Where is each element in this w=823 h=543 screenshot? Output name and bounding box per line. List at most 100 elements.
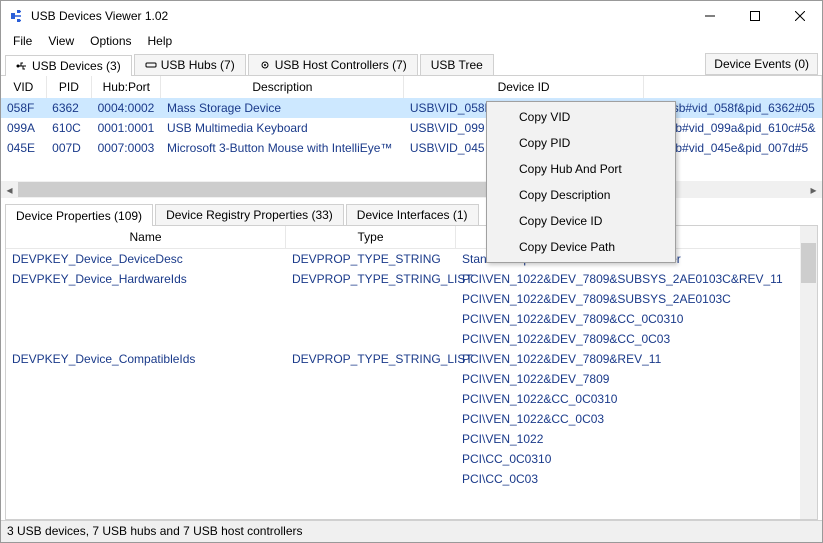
devices-table: VID PID Hub:Port Description Device ID 0… xyxy=(1,76,822,158)
scroll-right-icon[interactable]: ▸ xyxy=(805,181,822,198)
cell-name xyxy=(6,369,286,389)
tab-label: USB Devices (3) xyxy=(32,59,121,73)
maximize-button[interactable] xyxy=(732,2,777,31)
property-row[interactable]: PCI\VEN_1022&CC_0C03 xyxy=(6,409,817,429)
gear-icon xyxy=(259,59,271,71)
col-hub-port[interactable]: Hub:Port xyxy=(92,76,161,98)
devices-table-container: VID PID Hub:Port Description Device ID 0… xyxy=(1,76,822,181)
property-row[interactable]: DEVPKEY_Device_HardwareIdsDEVPROP_TYPE_S… xyxy=(6,269,817,289)
cell-hub_port: 0007:0003 xyxy=(92,138,161,158)
cell-type xyxy=(286,409,456,429)
cell-name xyxy=(6,389,286,409)
properties-body: DEVPKEY_Device_DeviceDescDEVPROP_TYPE_ST… xyxy=(6,249,817,519)
cell-type xyxy=(286,369,456,389)
cell-type xyxy=(286,469,456,489)
property-row[interactable]: PCI\CC_0C03 xyxy=(6,469,817,489)
cell-type xyxy=(286,309,456,329)
cell-value: PCI\CC_0C0310 xyxy=(456,449,817,469)
cell-name xyxy=(6,289,286,309)
menu-copy-hub-port[interactable]: Copy Hub And Port xyxy=(489,156,673,182)
cell-name: DEVPKEY_Device_HardwareIds xyxy=(6,269,286,289)
properties-container: Name Type DEVPKEY_Device_DeviceDescDEVPR… xyxy=(5,225,818,520)
cell-type: DEVPROP_TYPE_STRING_LIST xyxy=(286,349,456,369)
cell-type xyxy=(286,329,456,349)
device-events-button[interactable]: Device Events (0) xyxy=(705,53,818,75)
app-icon xyxy=(9,8,25,24)
cell-value: PCI\VEN_1022&DEV_7809 xyxy=(456,369,817,389)
menu-copy-description[interactable]: Copy Description xyxy=(489,182,673,208)
col-prop-type[interactable]: Type xyxy=(286,226,456,248)
cell-pid: 610C xyxy=(46,118,91,138)
cell-name xyxy=(6,469,286,489)
menu-view[interactable]: View xyxy=(40,32,82,50)
cell-type xyxy=(286,449,456,469)
menu-file[interactable]: File xyxy=(5,32,40,50)
cell-type xyxy=(286,429,456,449)
table-row[interactable]: 058F63620004:0002Mass Storage DeviceUSB\… xyxy=(1,98,822,118)
scroll-thumb[interactable] xyxy=(801,243,816,283)
top-tabs: USB Devices (3) USB Hubs (7) USB Host Co… xyxy=(1,51,822,76)
cell-value: PCI\VEN_1022&DEV_7809&SUBSYS_2AE0103C&RE… xyxy=(456,269,817,289)
menu-copy-pid[interactable]: Copy PID xyxy=(489,130,673,156)
property-row[interactable]: DEVPKEY_Device_CompatibleIdsDEVPROP_TYPE… xyxy=(6,349,817,369)
minimize-button[interactable] xyxy=(687,2,732,31)
col-pid[interactable]: PID xyxy=(46,76,91,98)
scroll-thumb[interactable] xyxy=(18,182,490,197)
col-prop-name[interactable]: Name xyxy=(6,226,286,248)
menubar: File View Options Help xyxy=(1,31,822,51)
menu-copy-vid[interactable]: Copy VID xyxy=(489,104,673,130)
cell-value: PCI\CC_0C03 xyxy=(456,469,817,489)
window-title: USB Devices Viewer 1.02 xyxy=(31,9,687,23)
tab-device-properties[interactable]: Device Properties (109) xyxy=(5,204,153,226)
titlebar: USB Devices Viewer 1.02 xyxy=(1,1,822,31)
close-button[interactable] xyxy=(777,2,822,31)
cell-value: PCI\VEN_1022&DEV_7809&SUBSYS_2AE0103C xyxy=(456,289,817,309)
col-device-path[interactable] xyxy=(643,76,821,98)
property-row[interactable]: DEVPKEY_Device_DeviceDescDEVPROP_TYPE_ST… xyxy=(6,249,817,269)
cell-value: PCI\VEN_1022 xyxy=(456,429,817,449)
cell-value: PCI\VEN_1022&CC_0C03 xyxy=(456,409,817,429)
cell-name xyxy=(6,409,286,429)
property-row[interactable]: PCI\VEN_1022 xyxy=(6,429,817,449)
cell-type: DEVPROP_TYPE_STRING_LIST xyxy=(286,269,456,289)
cell-vid: 045E xyxy=(1,138,46,158)
menu-copy-device-id[interactable]: Copy Device ID xyxy=(489,208,673,234)
property-row[interactable]: PCI\VEN_1022&DEV_7809&CC_0C03 xyxy=(6,329,817,349)
tab-device-interfaces[interactable]: Device Interfaces (1) xyxy=(346,204,479,225)
property-row[interactable]: PCI\VEN_1022&CC_0C0310 xyxy=(6,389,817,409)
col-vid[interactable]: VID xyxy=(1,76,46,98)
properties-header: Name Type xyxy=(6,226,817,249)
property-row[interactable]: PCI\VEN_1022&DEV_7809 xyxy=(6,369,817,389)
property-row[interactable]: PCI\CC_0C0310 xyxy=(6,449,817,469)
tab-usb-hubs[interactable]: USB Hubs (7) xyxy=(134,54,246,75)
cell-vid: 099A xyxy=(1,118,46,138)
tab-usb-devices[interactable]: USB Devices (3) xyxy=(5,55,132,76)
tab-label: USB Tree xyxy=(431,58,483,72)
vertical-scrollbar[interactable] xyxy=(800,226,817,519)
tab-label: USB Hubs (7) xyxy=(161,58,235,72)
horizontal-scrollbar[interactable]: ◂ ▸ xyxy=(1,181,822,198)
menu-copy-device-path[interactable]: Copy Device Path xyxy=(489,234,673,260)
cell-type xyxy=(286,389,456,409)
tab-device-registry[interactable]: Device Registry Properties (33) xyxy=(155,204,344,225)
menu-options[interactable]: Options xyxy=(82,32,139,50)
menu-help[interactable]: Help xyxy=(140,32,181,50)
table-row[interactable]: 099A610C0001:0001USB Multimedia Keyboard… xyxy=(1,118,822,138)
cell-name: DEVPKEY_Device_CompatibleIds xyxy=(6,349,286,369)
cell-name xyxy=(6,329,286,349)
cell-name xyxy=(6,449,286,469)
scroll-left-icon[interactable]: ◂ xyxy=(1,181,18,198)
tab-label: USB Host Controllers (7) xyxy=(275,58,407,72)
col-device-id[interactable]: Device ID xyxy=(404,76,644,98)
usb-icon xyxy=(16,60,28,72)
col-description[interactable]: Description xyxy=(161,76,404,98)
property-row[interactable]: PCI\VEN_1022&DEV_7809&CC_0C0310 xyxy=(6,309,817,329)
cell-description: Mass Storage Device xyxy=(161,98,404,118)
cell-value: PCI\VEN_1022&DEV_7809&CC_0C0310 xyxy=(456,309,817,329)
tab-usb-host-controllers[interactable]: USB Host Controllers (7) xyxy=(248,54,418,75)
property-row[interactable]: PCI\VEN_1022&DEV_7809&SUBSYS_2AE0103C xyxy=(6,289,817,309)
table-row[interactable]: 045E007D0007:0003Microsoft 3-Button Mous… xyxy=(1,138,822,158)
cell-type xyxy=(286,289,456,309)
cell-hub_port: 0004:0002 xyxy=(92,98,161,118)
tab-usb-tree[interactable]: USB Tree xyxy=(420,54,494,75)
